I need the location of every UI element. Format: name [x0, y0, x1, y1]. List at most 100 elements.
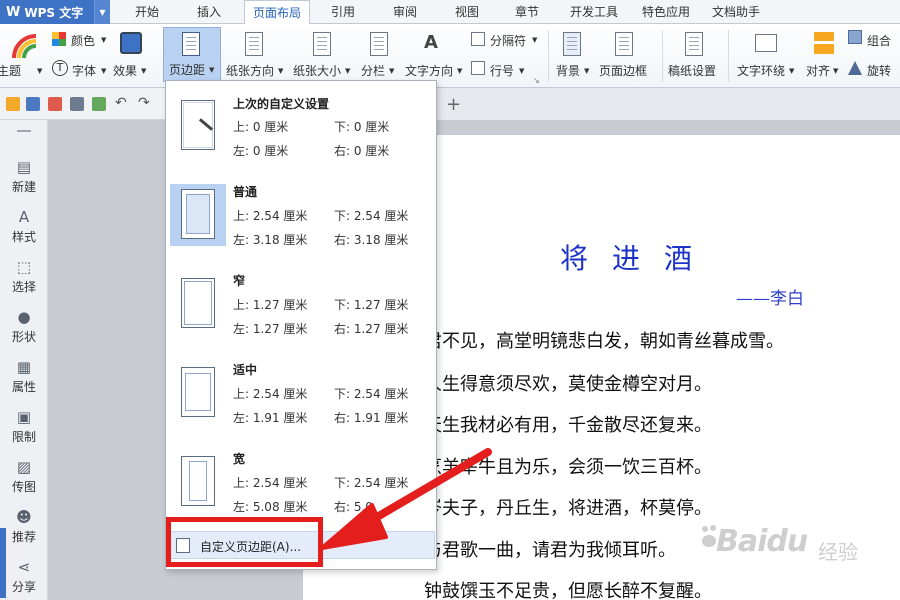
tab-chapter[interactable]: 章节 [500, 0, 554, 24]
tab-start[interactable]: 开始 [120, 0, 174, 24]
separator-dropdown-icon[interactable]: ▼ [532, 36, 537, 44]
sidebar-item-shape[interactable]: ● 形状 [0, 300, 48, 350]
print-preview-icon[interactable] [92, 97, 106, 111]
tab-doc-assistant[interactable]: 文档助手 [704, 0, 768, 24]
baidu-watermark: Baidu 经验 [700, 510, 890, 570]
option-bottom: 下: 1.27 厘米 [334, 298, 409, 312]
poem-line: 钟鼓馔玉不足贵，但愿长醉不复醒。 [424, 581, 712, 600]
columns-dropdown-icon[interactable]: ▼ [389, 67, 394, 75]
tab-page-layout[interactable]: 页面布局 [244, 0, 310, 25]
color-button[interactable]: 颜色 [71, 32, 95, 49]
tab-features[interactable]: 特色应用 [634, 0, 698, 24]
line-number-button[interactable]: 行号 [490, 62, 514, 79]
sidebar-item-restrict[interactable]: ▣ 限制 [0, 400, 48, 450]
open-folder-icon[interactable] [6, 97, 20, 111]
effect-button[interactable]: 效果 [113, 62, 137, 79]
text-wrap-icon [755, 34, 777, 52]
sidebar-item-properties[interactable]: ▦ 属性 [0, 350, 48, 400]
menu-bar: W WPS 文字 ▼ 开始 插入 页面布局 引用 审阅 视图 章节 开发工具 特… [0, 0, 900, 25]
app-dropdown-icon[interactable]: ▼ [94, 0, 110, 24]
effect-dropdown-icon[interactable]: ▼ [141, 67, 146, 75]
font-scheme-icon: T [52, 60, 68, 76]
paper-size-button[interactable]: 纸张大小 [293, 62, 341, 79]
tab-insert[interactable]: 插入 [182, 0, 236, 24]
margins-dropdown-icon: ▼ [209, 66, 215, 74]
page-border-button[interactable]: 页面边框 [599, 62, 647, 79]
left-sidebar: ▤ 新建 A 样式 ⬚ 选择 ● 形状 ▦ 属性 ▣ 限制 ▨ 传图 ☻ 推荐 … [0, 120, 48, 600]
sidebar-item-share[interactable]: ⋖ 分享 [0, 550, 48, 600]
align-icon [814, 32, 834, 54]
orientation-dropdown-icon[interactable]: ▼ [278, 67, 283, 75]
rotate-button[interactable]: 旋转 [867, 62, 891, 79]
watermark-sub: 经验 [818, 540, 858, 564]
tab-developer[interactable]: 开发工具 [562, 0, 626, 24]
background-dropdown-icon[interactable]: ▼ [584, 67, 589, 75]
margin-option-narrow[interactable]: 窄 上: 1.27 厘米 下: 1.27 厘米 左: 1.27 厘米 右: 1.… [166, 265, 436, 353]
theme-dropdown-icon[interactable]: ▼ [37, 67, 42, 75]
columns-button[interactable]: 分栏 [361, 62, 385, 79]
redo-icon[interactable]: ↷ [138, 95, 150, 111]
background-button[interactable]: 背景 [556, 62, 580, 79]
option-right: 右: 3.18 厘米 [334, 233, 409, 247]
app-title: WPS 文字 [24, 5, 84, 20]
margin-option-normal[interactable]: 普通 上: 2.54 厘米 下: 2.54 厘米 左: 3.18 厘米 右: 3… [166, 176, 436, 264]
text-direction-button[interactable]: 文字方向 [405, 62, 453, 79]
share-icon: ⋖ [17, 558, 31, 576]
line-number-dropdown-icon[interactable]: ▼ [519, 67, 524, 75]
app-menu-button[interactable]: W WPS 文字 ▼ [0, 0, 110, 24]
new-tab-plus-icon[interactable]: + [446, 94, 461, 115]
undo-icon[interactable]: ↶ [115, 95, 127, 111]
paper-size-dropdown-icon[interactable]: ▼ [345, 67, 350, 75]
print-icon[interactable] [70, 97, 84, 111]
export-pdf-icon[interactable] [48, 97, 62, 111]
sidebar-item-upload-image[interactable]: ▨ 传图 [0, 450, 48, 500]
new-doc-icon: ▤ [16, 158, 32, 176]
wps-logo-icon: W [6, 4, 21, 20]
poem-line: 天生我材必有用，千金散尽还复来。 [424, 415, 712, 436]
ribbon: 主题 ▼ 颜色 ▼ T 字体 ▼ 效果 ▼ 页边距 ▼ 纸张方向 ▼ 纸张大小 … [0, 24, 900, 88]
sidebar-grip [17, 130, 31, 132]
tab-references[interactable]: 引用 [316, 0, 370, 24]
option-right: 右: 1.27 厘米 [334, 322, 409, 336]
wide-margin-icon [170, 451, 226, 513]
page-border-icon [615, 32, 633, 56]
font-dropdown-icon[interactable]: ▼ [101, 67, 106, 75]
separator-button[interactable]: 分隔符 [490, 32, 526, 49]
option-left: 左: 0 厘米 [233, 144, 289, 158]
style-icon: A [18, 208, 30, 226]
option-left: 左: 3.18 厘米 [233, 233, 308, 247]
text-direction-dropdown-icon[interactable]: ▼ [457, 67, 462, 75]
sidebar-item-style[interactable]: A 样式 [0, 200, 48, 250]
line-number-icon [471, 61, 485, 75]
tab-view[interactable]: 视图 [440, 0, 494, 24]
custom-last-icon [170, 95, 226, 157]
page-setup-launcher-icon[interactable]: ↘ [533, 76, 540, 85]
poem-line: 与君歌一曲，请君为我倾耳听。 [424, 540, 676, 561]
orientation-button[interactable]: 纸张方向 [226, 62, 274, 79]
margins-icon [182, 32, 200, 56]
align-dropdown-icon[interactable]: ▼ [833, 67, 838, 75]
manuscript-button[interactable]: 稿纸设置 [668, 62, 716, 79]
align-button[interactable]: 对齐 [806, 62, 830, 79]
text-wrap-button[interactable]: 文字环绕 [737, 62, 785, 79]
option-top: 上: 2.54 厘米 [233, 476, 308, 490]
margin-option-moderate[interactable]: 适中 上: 2.54 厘米 下: 2.54 厘米 左: 1.91 厘米 右: 1… [166, 354, 436, 442]
option-right: 右: 5.0 [334, 500, 373, 514]
sidebar-item-recommend[interactable]: ☻ 推荐 [0, 500, 48, 550]
option-bottom: 下: 2.54 厘米 [334, 476, 409, 490]
rotate-icon [848, 61, 862, 75]
tab-review[interactable]: 审阅 [378, 0, 432, 24]
margins-button[interactable]: 页边距 ▼ [163, 27, 221, 82]
sidebar-collapse-handle[interactable] [0, 528, 6, 598]
sidebar-item-new[interactable]: ▤ 新建 [0, 150, 48, 200]
color-dropdown-icon[interactable]: ▼ [101, 36, 106, 44]
option-right: 右: 0 厘米 [334, 144, 390, 158]
margins-label: 页边距 [169, 63, 206, 77]
group-button[interactable]: 组合 [867, 32, 891, 49]
font-scheme-button[interactable]: 字体 [72, 62, 96, 79]
sidebar-item-select[interactable]: ⬚ 选择 [0, 250, 48, 300]
option-top: 上: 2.54 厘米 [233, 387, 308, 401]
margin-option-last-custom[interactable]: 上次的自定义设置 上: 0 厘米 下: 0 厘米 左: 0 厘米 右: 0 厘米 [166, 87, 436, 175]
text-wrap-dropdown-icon[interactable]: ▼ [789, 67, 794, 75]
save-icon[interactable] [26, 97, 40, 111]
